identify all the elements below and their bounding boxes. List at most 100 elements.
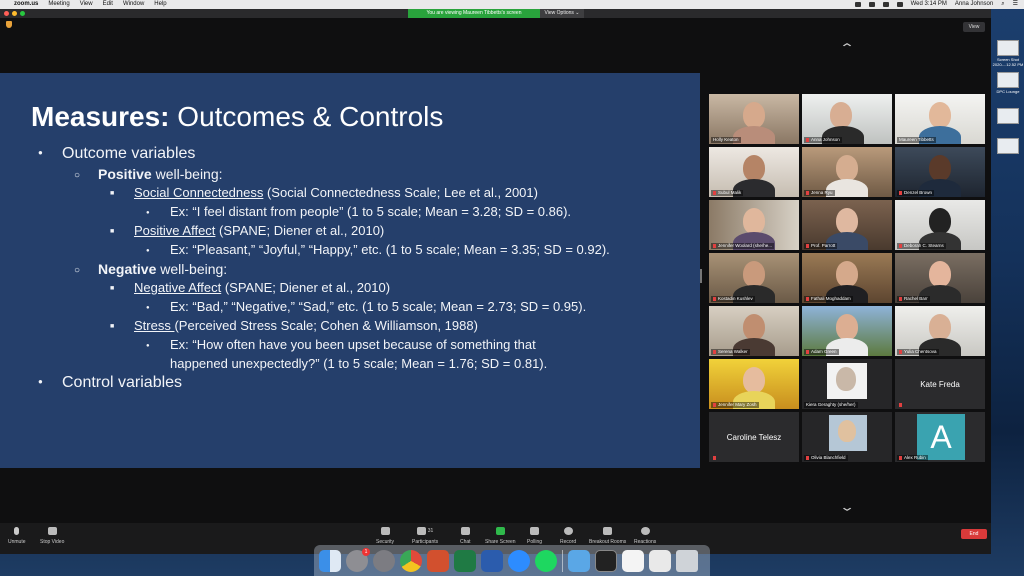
participant-tile[interactable]: Prof. Parrott	[802, 200, 892, 250]
participant-tile[interactable]: Anna Johnson	[802, 94, 892, 144]
view-button[interactable]: View	[963, 22, 985, 32]
menu-window[interactable]: Window	[123, 0, 144, 9]
word-icon[interactable]	[481, 549, 503, 572]
zoom-icon[interactable]	[508, 549, 530, 572]
close-window-icon[interactable]	[4, 11, 9, 16]
participant-tile[interactable]: Holly Keaton	[709, 94, 799, 144]
participant-name: Adam Green	[811, 349, 837, 354]
search-icon[interactable]: ⌕	[1001, 0, 1004, 9]
file-thumbnail-icon	[997, 72, 1019, 88]
maximize-window-icon[interactable]	[20, 11, 25, 16]
breakout-rooms-button[interactable]: Breakout Rooms	[589, 527, 626, 545]
excel-icon[interactable]	[454, 549, 476, 572]
menu-view[interactable]: View	[80, 0, 93, 9]
scroll-up-chevron-icon[interactable]: ⌃	[839, 41, 855, 55]
participants-button[interactable]: 31 Participants	[412, 527, 438, 545]
participant-tile[interactable]: Fathali Moghaddam	[802, 253, 892, 303]
desktop-file-lounge[interactable]: DPC Lounge	[992, 72, 1024, 94]
bullet-text: Ex: “I feel distant from people” (1 to 5…	[170, 204, 572, 219]
end-meeting-button[interactable]: End	[961, 529, 987, 539]
zoom-status-icon[interactable]	[854, 2, 861, 7]
battery-icon[interactable]	[896, 2, 903, 7]
stop-video-button[interactable]: Stop Video	[40, 527, 64, 545]
participant-tile-no-video[interactable]: Kate Freda	[895, 359, 985, 409]
bullet-text: (SPANE; Diener et al., 2010)	[215, 223, 385, 238]
participant-tile[interactable]: Jennifer Woolard (she/he...	[709, 200, 799, 250]
participant-tile[interactable]: Rachel Barr	[895, 253, 985, 303]
desktop-file-4[interactable]	[992, 138, 1024, 155]
participant-figure	[838, 420, 856, 442]
participant-tile[interactable]: Serena Walker	[709, 306, 799, 356]
menu-help[interactable]: Help	[154, 0, 166, 9]
document-preview-icon[interactable]	[622, 549, 644, 572]
launchpad-icon[interactable]	[373, 549, 395, 572]
participant-tile[interactable]: Yulia Chentsova	[895, 306, 985, 356]
desktop-file-3[interactable]	[992, 108, 1024, 125]
menu-app-name[interactable]: zoom.us	[14, 0, 38, 9]
participant-tile-avatar[interactable]: A Alex Rubin	[895, 412, 985, 462]
participant-tile-photo[interactable]: Olivia Blanchfield	[802, 412, 892, 462]
participant-name: Jennifer Woolard (she/he...	[718, 243, 772, 248]
share-screen-icon	[495, 527, 505, 535]
participant-name-label: Deborah C. Stearns	[897, 243, 946, 249]
shield-status-icon[interactable]	[868, 2, 875, 7]
powerpoint-icon[interactable]	[427, 549, 449, 572]
chat-button[interactable]: Chat	[460, 527, 471, 545]
participant-name: Prof. Parrott	[811, 243, 836, 248]
bullet-text: Ex: “Bad,” “Negative,” “Sad,” etc. (1 to…	[170, 299, 587, 314]
participant-tile[interactable]: Subul Malik	[709, 147, 799, 197]
wifi-icon[interactable]	[882, 2, 889, 7]
clock[interactable]: Wed 3:14 PM	[911, 0, 947, 9]
participant-tile[interactable]: Jennifer Mary Zosh	[709, 359, 799, 409]
window-preview-icon[interactable]	[595, 549, 617, 572]
chrome-icon[interactable]	[400, 549, 422, 572]
participant-tile[interactable]: Denzel Brown	[895, 147, 985, 197]
finder-icon[interactable]	[319, 549, 341, 572]
participant-figure	[743, 314, 765, 340]
participant-figure	[836, 155, 858, 181]
desktop-file-label: DPC Lounge	[996, 89, 1020, 94]
participant-name-label: Denzel Brown	[897, 190, 935, 196]
system-preferences-icon[interactable]: 1	[346, 547, 370, 572]
polling-button[interactable]: Polling	[527, 527, 542, 545]
participant-tile-active-speaker[interactable]: Maureen Tibbetts	[895, 94, 985, 144]
menu-meeting[interactable]: Meeting	[48, 0, 69, 9]
reactions-button[interactable]: Reactions	[634, 527, 656, 545]
trash-icon[interactable]	[676, 549, 698, 572]
participant-name-label: Jennifer Mary Zosh	[711, 402, 759, 408]
spotify-icon[interactable]	[535, 549, 557, 572]
participant-tile[interactable]: Deborah C. Stearns	[895, 200, 985, 250]
scroll-down-chevron-icon[interactable]: ⌃	[839, 499, 855, 513]
participant-tile-no-video[interactable]: Caroline Telesz	[709, 412, 799, 462]
participant-tile[interactable]: Adam Green	[802, 306, 892, 356]
participant-figure	[743, 367, 765, 393]
participant-name: Holly Keaton	[713, 137, 739, 142]
file-thumbnail-icon	[997, 40, 1019, 56]
record-button[interactable]: Record	[560, 527, 576, 545]
desktop-file-screenshot[interactable]: Screen Shot 2020-...12.52 PM	[992, 40, 1024, 67]
share-screen-button[interactable]: Share Screen	[485, 527, 516, 545]
slide-title: Measures: Outcomes & Controls	[31, 101, 443, 133]
view-options-button[interactable]: View Options ⌄	[540, 9, 584, 18]
bullet-underlined-text: Stress	[134, 318, 175, 333]
participant-tile-photo[interactable]: Kiera Geraghty (she/her)	[802, 359, 892, 409]
security-button[interactable]: Security	[376, 527, 394, 545]
document-preview-icon[interactable]	[649, 549, 671, 572]
participant-name-label: Yulia Chentsova	[897, 349, 939, 355]
bullet-square-icon	[110, 223, 134, 238]
participant-name: Alex Rubin	[904, 455, 926, 460]
control-center-icon[interactable]: ☰	[1013, 0, 1018, 9]
downloads-folder-icon[interactable]	[568, 549, 590, 572]
menu-edit[interactable]: Edit	[103, 0, 113, 9]
split-view-handle[interactable]	[700, 269, 702, 283]
participant-tile[interactable]: Jenna Ryu	[802, 147, 892, 197]
user-name[interactable]: Anna Johnson	[955, 0, 993, 9]
unmute-button[interactable]: Unmute	[8, 527, 26, 545]
participant-tile[interactable]: Kostadin Kushlev	[709, 253, 799, 303]
minimize-window-icon[interactable]	[12, 11, 17, 16]
participant-figure	[743, 208, 765, 234]
breakout-rooms-icon	[603, 527, 613, 535]
security-shield-icon[interactable]	[6, 21, 12, 28]
bullet-stress: Stress (Perceived Stress Scale; Cohen & …	[110, 318, 478, 333]
participant-name: Rachel Barr	[904, 296, 928, 301]
